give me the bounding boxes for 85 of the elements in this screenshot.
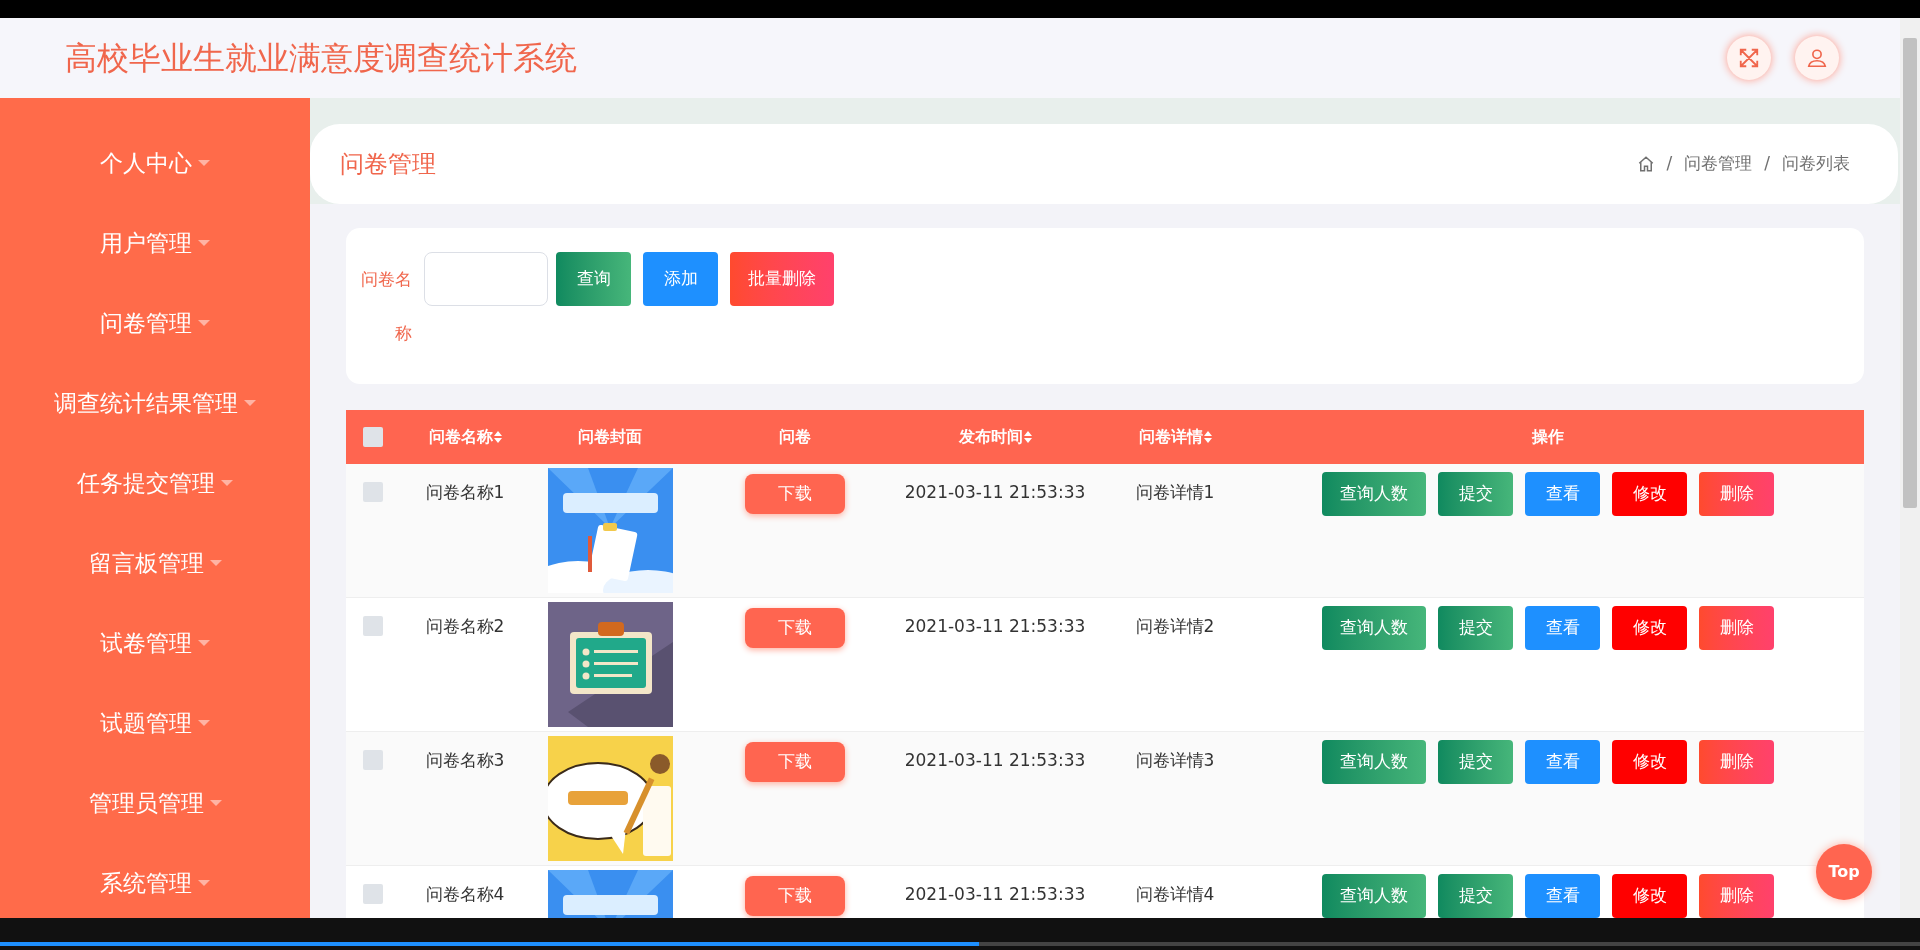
select-all-checkbox[interactable] bbox=[363, 427, 383, 447]
sidebar-item[interactable]: 管理员管理 bbox=[88, 789, 222, 817]
breadcrumb-link[interactable]: 问卷列表 bbox=[1782, 151, 1850, 177]
column-header: 问卷封面 bbox=[578, 426, 642, 448]
search-label: 问卷名称 bbox=[360, 268, 412, 345]
download-button[interactable]: 下载 bbox=[745, 608, 845, 648]
column-header[interactable]: 问卷名称 bbox=[428, 425, 502, 449]
row-checkbox[interactable] bbox=[363, 884, 383, 904]
table-cell-text: 问卷详情3 bbox=[1135, 749, 1215, 772]
row-action-button[interactable]: 查询人数 bbox=[1322, 874, 1426, 918]
scrollbar[interactable] bbox=[1900, 18, 1920, 918]
sort-icon[interactable] bbox=[1023, 431, 1032, 443]
caret-icon bbox=[198, 640, 210, 646]
home-icon[interactable] bbox=[1636, 155, 1655, 173]
row-action-button[interactable]: 查询人数 bbox=[1322, 472, 1426, 516]
row-action-button[interactable]: 删除 bbox=[1699, 874, 1774, 918]
breadcrumb-separator: / bbox=[1666, 152, 1673, 176]
download-button[interactable]: 下载 bbox=[745, 876, 845, 916]
table-cell-text: 问卷详情4 bbox=[1135, 883, 1215, 906]
row-checkbox[interactable] bbox=[363, 750, 383, 770]
row-action-button[interactable]: 删除 bbox=[1699, 606, 1774, 650]
row-checkbox[interactable] bbox=[363, 482, 383, 502]
table-cell-text: 问卷名称1 bbox=[425, 481, 505, 504]
sidebar-item[interactable]: 任务提交管理 bbox=[77, 469, 233, 497]
download-button[interactable]: 下载 bbox=[745, 742, 845, 782]
caret-icon bbox=[198, 320, 210, 326]
app-title: 高校毕业生就业满意度调查统计系统 bbox=[65, 38, 577, 79]
table-cell-text: 问卷详情1 bbox=[1135, 481, 1215, 504]
row-action-button[interactable]: 查询人数 bbox=[1322, 740, 1426, 784]
row-action-button[interactable]: 删除 bbox=[1699, 740, 1774, 784]
table-cell-text: 2021-03-11 21:53:33 bbox=[904, 481, 1086, 504]
caret-icon bbox=[221, 480, 233, 486]
sidebar-item[interactable]: 试卷管理 bbox=[100, 629, 210, 657]
row-action-button[interactable]: 提交 bbox=[1438, 740, 1513, 784]
row-action-button[interactable]: 查看 bbox=[1525, 740, 1600, 784]
table-cell-text: 问卷名称4 bbox=[425, 883, 505, 906]
row-action-button[interactable]: 查询人数 bbox=[1322, 606, 1426, 650]
search-action-button[interactable]: 查询 bbox=[556, 252, 631, 306]
table-cell-text: 问卷详情2 bbox=[1135, 615, 1215, 638]
row-action-button[interactable]: 修改 bbox=[1612, 606, 1687, 650]
row-checkbox[interactable] bbox=[363, 616, 383, 636]
fullscreen-icon[interactable] bbox=[1727, 36, 1771, 80]
page-title: 问卷管理 bbox=[340, 149, 436, 180]
sort-icon[interactable] bbox=[493, 431, 502, 443]
table-cell-text: 2021-03-11 21:53:33 bbox=[904, 749, 1086, 772]
row-action-button[interactable]: 修改 bbox=[1612, 472, 1687, 516]
search-action-button[interactable]: 批量删除 bbox=[730, 252, 834, 306]
row-action-button[interactable]: 修改 bbox=[1612, 874, 1687, 918]
caret-icon bbox=[209, 560, 222, 566]
sidebar-item[interactable]: 试题管理 bbox=[100, 709, 210, 737]
sidebar-item[interactable]: 用户管理 bbox=[100, 229, 210, 257]
sidebar-item[interactable]: 调查统计结果管理 bbox=[54, 389, 256, 417]
sort-icon[interactable] bbox=[1203, 431, 1212, 443]
column-header[interactable]: 发布时间 bbox=[958, 425, 1032, 449]
breadcrumb-link[interactable]: 问卷管理 bbox=[1684, 151, 1753, 177]
caret-icon bbox=[198, 880, 210, 886]
row-action-button[interactable]: 查看 bbox=[1525, 874, 1600, 918]
caret-icon bbox=[244, 400, 256, 406]
search-action-button[interactable]: 添加 bbox=[643, 252, 718, 306]
search-field[interactable] bbox=[424, 252, 548, 306]
user-icon[interactable] bbox=[1795, 36, 1839, 80]
row-action-button[interactable]: 提交 bbox=[1438, 472, 1513, 516]
row-action-button[interactable]: 删除 bbox=[1699, 472, 1774, 516]
sidebar-item[interactable]: 问卷管理 bbox=[100, 309, 210, 337]
row-action-button[interactable]: 修改 bbox=[1612, 740, 1687, 784]
sidebar-item[interactable]: 个人中心 bbox=[100, 149, 210, 177]
column-header[interactable]: 问卷详情 bbox=[1138, 425, 1212, 449]
caret-icon bbox=[198, 160, 210, 166]
column-header: 问卷 bbox=[779, 426, 811, 448]
row-action-button[interactable]: 查看 bbox=[1525, 606, 1600, 650]
row-action-button[interactable]: 提交 bbox=[1438, 874, 1513, 918]
breadcrumb-separator: / bbox=[1764, 152, 1770, 176]
caret-icon bbox=[198, 720, 210, 726]
table-cell-text: 2021-03-11 21:53:33 bbox=[904, 615, 1086, 638]
table-cell-text: 问卷名称3 bbox=[425, 749, 505, 772]
caret-icon bbox=[209, 800, 222, 806]
table-cell-text: 2021-03-11 21:53:33 bbox=[904, 883, 1086, 906]
column-header: 操作 bbox=[1532, 426, 1564, 448]
sidebar-item[interactable]: 系统管理 bbox=[100, 869, 210, 897]
table-cell-text: 问卷名称2 bbox=[425, 615, 505, 638]
download-button[interactable]: 下载 bbox=[745, 474, 845, 514]
caret-icon bbox=[198, 240, 210, 246]
row-action-button[interactable]: 提交 bbox=[1438, 606, 1513, 650]
row-action-button[interactable]: 查看 bbox=[1525, 472, 1600, 516]
sidebar-item[interactable]: 留言板管理 bbox=[88, 549, 222, 577]
